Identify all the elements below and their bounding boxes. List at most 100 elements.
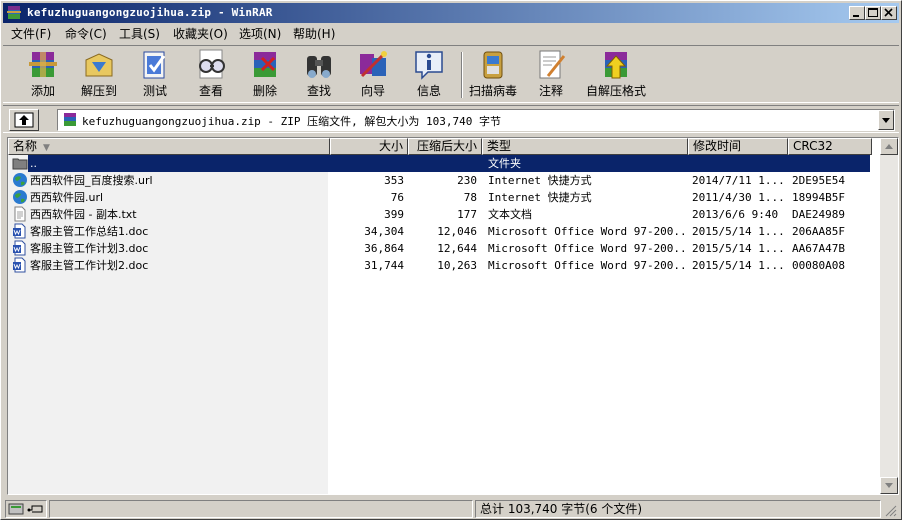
sfx-button[interactable]: 自解压格式	[583, 48, 649, 102]
column-header-modified[interactable]: 修改时间	[688, 138, 788, 155]
file-name: 客服主管工作计划3.doc	[30, 242, 149, 255]
maximize-icon	[868, 8, 878, 17]
file-size: 36,864	[364, 242, 404, 255]
virus-scan-button[interactable]: 扫描病毒	[465, 48, 521, 102]
status-left-pane	[49, 500, 473, 518]
close-button[interactable]	[881, 6, 897, 20]
folder-up-icon	[12, 155, 28, 171]
column-crc-label: CRC32	[793, 139, 833, 153]
view-label: 查看	[198, 84, 223, 98]
wizard-label: 向导	[360, 84, 385, 98]
file-row[interactable]: 客服主管工作计划2.doc 31,744 10,263 Microsoft Offic…	[8, 257, 878, 274]
status-bar: 总计 103,740 字节(6 个文件)	[3, 499, 899, 519]
file-name: 客服主管工作计划2.doc	[30, 259, 149, 272]
column-header-name[interactable]: 名称 ▼	[8, 138, 330, 155]
scroll-up-button[interactable]	[880, 138, 898, 155]
delete-button[interactable]: 删除	[237, 48, 293, 102]
file-name: 客服主管工作总结1.doc	[30, 225, 149, 238]
maximize-button[interactable]	[865, 6, 881, 20]
up-folder-button[interactable]	[9, 109, 39, 131]
scroll-down-button[interactable]	[880, 477, 898, 494]
globe-icon	[12, 172, 28, 188]
scroll-up-icon	[885, 144, 893, 149]
comment-icon	[539, 50, 566, 79]
file-row[interactable]: .. 文件夹	[8, 155, 878, 172]
file-row[interactable]: 客服主管工作总结1.doc 34,304 12,046 Microsoft Offic…	[8, 223, 878, 240]
file-modified: 2015/5/14 1...	[692, 225, 785, 238]
add-archive-icon	[29, 52, 57, 77]
title-bar[interactable]: kefuzhuguangongzuojihua.zip - WinRAR	[3, 3, 899, 23]
address-text: kefuzhuguangongzuojihua.zip - ZIP 压缩文件, …	[82, 115, 502, 128]
file-list: 名称 ▼ 大小 压缩后大小 类型 修改时间 CRC32 .. 文件夹 西西软件园_百度…	[7, 137, 899, 495]
info-button[interactable]: 信息	[401, 48, 457, 102]
wizard-button[interactable]: 向导	[345, 48, 401, 102]
address-combo[interactable]: kefuzhuguangongzuojihua.zip - ZIP 压缩文件, …	[57, 109, 895, 131]
globe-icon	[12, 189, 28, 205]
toolbar-separator	[461, 52, 463, 98]
status-drive-pane[interactable]	[5, 500, 47, 518]
close-icon	[884, 8, 893, 17]
sfx-icon	[605, 52, 627, 79]
address-bar: kefuzhuguangongzuojihua.zip - ZIP 压缩文件, …	[3, 105, 899, 133]
file-row[interactable]: 西西软件园.url 76 78 Internet 快捷方式 2011/4/30 1...…	[8, 189, 878, 206]
test-icon	[143, 51, 166, 79]
file-modified: 2011/4/30 1...	[692, 191, 785, 204]
menu-commands[interactable]: 命令(C)	[65, 26, 107, 42]
file-packed-size	[408, 155, 477, 172]
list-header: 名称 ▼ 大小 压缩后大小 类型 修改时间 CRC32	[8, 138, 878, 155]
file-name: 西西软件园.url	[30, 191, 104, 204]
view-button[interactable]: 查看	[183, 48, 239, 102]
file-type: Microsoft Office Word 97-200...	[488, 242, 684, 255]
file-row[interactable]: 西西软件园 - 副本.txt 399 177 文本文档 2013/6/6 9:40 DAE…	[8, 206, 878, 223]
column-header-type[interactable]: 类型	[482, 138, 688, 155]
drive-icons	[8, 503, 43, 515]
column-header-crc[interactable]: CRC32	[788, 138, 872, 155]
address-dropdown-button[interactable]	[878, 110, 894, 130]
scroll-down-icon	[885, 483, 893, 488]
file-type: Microsoft Office Word 97-200...	[488, 259, 684, 272]
file-crc: 00080A08	[792, 259, 845, 272]
text-file-icon	[12, 206, 28, 222]
winrar-window: kefuzhuguangongzuojihua.zip - WinRAR 文件(…	[0, 0, 902, 520]
menu-file[interactable]: 文件(F)	[11, 26, 51, 42]
extract-to-label: 解压到	[80, 84, 117, 98]
find-button[interactable]: 查找	[291, 48, 347, 102]
menu-options[interactable]: 选项(N)	[239, 26, 281, 42]
menu-help[interactable]: 帮助(H)	[293, 26, 335, 42]
column-header-size[interactable]: 大小	[330, 138, 408, 155]
file-size: 353	[384, 174, 404, 187]
file-packed-size: 10,263	[437, 259, 477, 272]
status-right-pane: 总计 103,740 字节(6 个文件)	[475, 500, 881, 518]
test-button[interactable]: 测试	[127, 48, 183, 102]
file-modified: 2014/7/11 1...	[692, 174, 785, 187]
file-modified: 2015/5/14 1...	[692, 242, 785, 255]
file-packed-size: 12,644	[437, 242, 477, 255]
word-doc-icon	[12, 223, 28, 239]
vertical-scrollbar[interactable]	[880, 138, 898, 494]
wizard-icon	[360, 51, 387, 78]
menu-bar: 文件(F) 命令(C) 工具(S) 收藏夹(O) 选项(N) 帮助(H)	[3, 23, 899, 43]
delete-label: 删除	[252, 84, 277, 98]
view-icon	[199, 49, 225, 79]
file-row[interactable]: 客服主管工作计划3.doc 36,864 12,644 Microsoft Offic…	[8, 240, 878, 257]
resize-grip-icon[interactable]	[883, 503, 897, 517]
menu-favorites[interactable]: 收藏夹(O)	[173, 26, 228, 42]
archive-icon	[64, 113, 76, 126]
add-button[interactable]: 添加	[15, 48, 71, 102]
comment-button[interactable]: 注释	[523, 48, 579, 102]
file-row[interactable]: 西西软件园_百度搜索.url 353 230 Internet 快捷方式 2014/7/…	[8, 172, 878, 189]
menu-tools[interactable]: 工具(S)	[119, 26, 160, 42]
file-crc: DAE24989	[792, 208, 845, 221]
sort-arrow-icon: ▼	[43, 143, 50, 153]
column-header-packed[interactable]: 压缩后大小	[408, 138, 482, 155]
extract-to-button[interactable]: 解压到	[71, 48, 127, 102]
column-size-label: 大小	[378, 139, 403, 153]
window-title: kefuzhuguangongzuojihua.zip - WinRAR	[27, 6, 273, 19]
file-type: Internet 快捷方式	[488, 191, 592, 204]
file-size: 31,744	[364, 259, 404, 272]
info-icon	[415, 51, 443, 80]
file-size: 399	[384, 208, 404, 221]
info-label: 信息	[416, 84, 441, 98]
minimize-button[interactable]	[849, 6, 865, 20]
file-crc: 2DE95E54	[792, 174, 845, 187]
